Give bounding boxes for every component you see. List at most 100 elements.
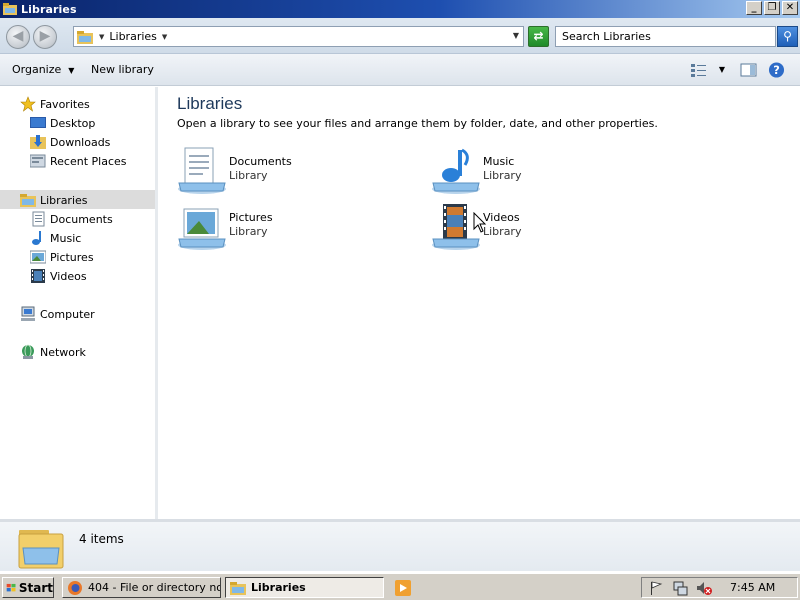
libraries-icon <box>20 192 36 208</box>
library-name: Documents <box>229 155 292 168</box>
back-arrow-icon: ◀ <box>12 28 24 44</box>
system-tray: 7:45 AM <box>641 577 798 598</box>
star-icon <box>20 96 36 112</box>
preview-pane-icon[interactable] <box>740 62 757 78</box>
item-count: 4 items <box>79 532 124 546</box>
nav-item-computer[interactable]: Computer <box>20 305 95 323</box>
forward-button[interactable]: ▶ <box>33 25 57 49</box>
taskbar-button-firefox[interactable]: 404 - File or directory no... <box>62 577 221 598</box>
pictures-library-icon <box>178 208 226 250</box>
taskbar: Start 404 - File or directory no... Libr… <box>0 573 800 600</box>
refresh-icon: ⇄ <box>533 29 544 43</box>
nav-item-documents[interactable]: Documents <box>30 210 113 228</box>
pictures-icon <box>30 249 46 265</box>
details-pane: 4 items <box>0 519 800 571</box>
library-type: Library <box>229 225 268 238</box>
library-type: Library <box>483 225 522 238</box>
library-name: Music <box>483 155 515 168</box>
nav-label: Pictures <box>50 250 94 264</box>
downloads-folder-icon <box>30 134 46 150</box>
nav-item-network[interactable]: Network <box>20 343 86 361</box>
nav-label: Music <box>50 231 82 245</box>
nav-item-music[interactable]: Music <box>30 229 81 247</box>
breadcrumb-libraries[interactable]: Libraries <box>109 30 157 43</box>
library-tile-pictures[interactable]: Pictures Library <box>177 201 417 251</box>
address-bar-row: ◀ ▶ ▼ Libraries ▼ ▼ ⇄ Search Libraries ⚲ <box>0 18 800 54</box>
network-status-icon[interactable] <box>672 580 688 596</box>
close-button[interactable]: ✕ <box>782 1 798 15</box>
documents-library-icon <box>178 147 226 194</box>
nav-item-videos[interactable]: Videos <box>30 267 87 285</box>
nav-label: Videos <box>50 269 87 283</box>
breadcrumb-chevron-icon[interactable]: ▼ <box>162 33 167 41</box>
nav-item-recent-places[interactable]: Recent Places <box>30 152 127 170</box>
start-label: Start <box>18 580 53 595</box>
restore-button[interactable]: ❐ <box>764 1 780 15</box>
library-tile-videos[interactable]: Videos Library <box>431 201 671 251</box>
refresh-button[interactable]: ⇄ <box>528 26 549 47</box>
library-type: Library <box>483 169 522 182</box>
library-tile-music[interactable]: Music Library <box>431 145 671 195</box>
nav-label: Libraries <box>40 193 88 207</box>
taskbar-button-libraries[interactable]: Libraries <box>225 577 384 598</box>
help-icon[interactable]: ? <box>768 62 785 78</box>
firefox-icon <box>68 580 82 595</box>
minimize-button[interactable]: _ <box>746 1 762 15</box>
nav-label: Favorites <box>40 97 90 111</box>
content-pane: Libraries Open a library to see your fil… <box>161 87 800 519</box>
search-input[interactable]: Search Libraries <box>555 26 776 47</box>
nav-item-desktop[interactable]: Desktop <box>30 114 95 132</box>
address-history-dropdown-icon[interactable]: ▼ <box>513 31 519 40</box>
nav-item-libraries[interactable]: Libraries <box>20 191 88 209</box>
nav-label: Downloads <box>50 135 111 149</box>
clock[interactable]: 7:45 AM <box>730 581 775 594</box>
address-field[interactable]: ▼ Libraries ▼ ▼ <box>73 26 524 47</box>
organize-button[interactable]: Organize ▼ <box>12 63 74 76</box>
library-type: Library <box>229 169 268 182</box>
mouse-cursor-icon <box>473 212 487 233</box>
music-note-icon <box>30 230 46 246</box>
library-tile-documents[interactable]: Documents Library <box>177 145 417 195</box>
search-icon: ⚲ <box>783 29 792 43</box>
command-bar: Organize ▼ New library ▼ ? <box>0 54 800 86</box>
task-label: 404 - File or directory no... <box>88 581 221 594</box>
organize-label: Organize <box>12 63 62 76</box>
library-name: Videos <box>483 211 520 224</box>
change-view-icon[interactable] <box>690 62 708 78</box>
recent-places-icon <box>30 153 46 169</box>
nav-item-downloads[interactable]: Downloads <box>30 133 110 151</box>
explorer-folder-icon <box>230 581 246 595</box>
page-title: Libraries <box>177 94 243 113</box>
libraries-large-icon <box>18 530 64 569</box>
svg-text:?: ? <box>773 64 780 77</box>
window-controls: _ ❐ ✕ <box>746 1 798 15</box>
libraries-folder-icon <box>3 3 17 15</box>
desktop-icon <box>30 115 46 131</box>
page-subtitle: Open a library to see your files and arr… <box>177 117 658 130</box>
documents-icon <box>30 211 46 227</box>
windows-logo-icon <box>6 583 16 591</box>
breadcrumb-separator-icon[interactable]: ▼ <box>99 33 104 41</box>
volume-muted-icon[interactable] <box>696 580 712 596</box>
nav-item-pictures[interactable]: Pictures <box>30 248 94 266</box>
start-button[interactable]: Start <box>2 577 54 598</box>
library-name: Pictures <box>229 211 273 224</box>
computer-icon <box>20 306 36 322</box>
music-library-icon <box>432 148 480 194</box>
search-button[interactable]: ⚲ <box>777 26 798 47</box>
nav-label: Recent Places <box>50 154 127 168</box>
action-center-flag-icon[interactable] <box>648 580 664 596</box>
nav-label: Network <box>40 345 86 359</box>
task-label: Libraries <box>251 581 306 594</box>
back-button[interactable]: ◀ <box>6 25 30 49</box>
nav-label: Computer <box>40 307 95 321</box>
forward-arrow-icon: ▶ <box>39 28 51 44</box>
media-player-icon[interactable] <box>395 580 411 596</box>
nav-item-favorites[interactable]: Favorites <box>20 95 90 113</box>
nav-label: Documents <box>50 212 113 226</box>
nav-label: Desktop <box>50 116 96 130</box>
new-library-button[interactable]: New library <box>91 63 154 76</box>
more-views-chevron-icon[interactable]: ▼ <box>717 62 727 78</box>
network-icon <box>20 344 36 360</box>
title-bar[interactable]: Libraries _ ❐ ✕ <box>0 0 800 18</box>
